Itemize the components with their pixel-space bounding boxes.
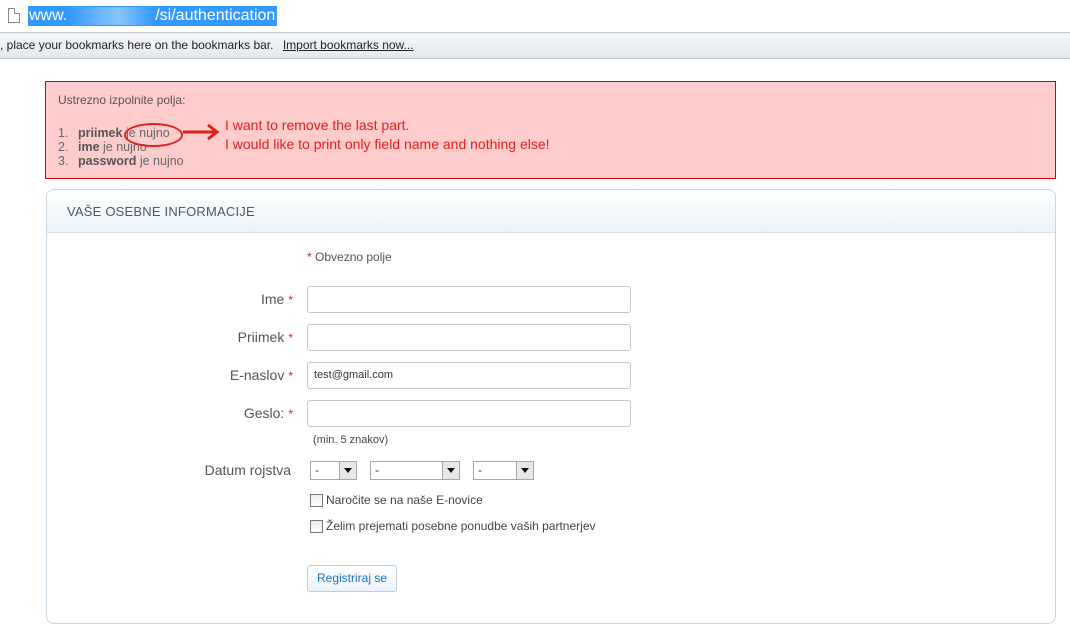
- newsletter-checkbox[interactable]: [310, 493, 323, 507]
- partners-option[interactable]: Želim prejemati posebne ponudbe vaših pa…: [310, 519, 596, 533]
- register-button[interactable]: Registriraj se: [307, 565, 397, 592]
- required-note-text: Obvezno polje: [315, 250, 392, 264]
- error-field-name: priimek: [78, 126, 123, 140]
- email-label: E-naslov *: [229, 367, 293, 383]
- annotation-text: I want to remove the last part. I would …: [225, 116, 550, 154]
- partners-label: Želim prejemati posebne ponudbe vaših pa…: [326, 519, 596, 533]
- error-suffix: je nujno: [136, 154, 184, 168]
- bookmarks-message: , place your bookmarks here on the bookm…: [0, 38, 274, 52]
- birth-year-select[interactable]: -: [473, 461, 534, 480]
- required-star: *: [307, 250, 312, 264]
- page-icon: [8, 8, 20, 23]
- annotation-line-2: I would like to print only field name an…: [225, 136, 550, 152]
- newsletter-option[interactable]: Naročite se na naše E-novice: [310, 493, 483, 507]
- bookmarks-bar: , place your bookmarks here on the bookm…: [0, 33, 1070, 59]
- required-note: * Obvezno polje: [307, 250, 392, 264]
- password-hint: (min. 5 znakov): [313, 434, 389, 446]
- birth-day-select[interactable]: -: [310, 461, 357, 480]
- birthdate-label: Datum rojstva: [204, 462, 291, 478]
- priimek-input[interactable]: [307, 324, 631, 351]
- ime-input[interactable]: [307, 286, 631, 313]
- dropdown-arrow-icon: [516, 462, 533, 479]
- password-label: Geslo: *: [243, 405, 293, 421]
- annotation-arrow-icon: [183, 123, 220, 141]
- ime-label: Ime *: [260, 291, 293, 307]
- birth-month-select[interactable]: -: [370, 461, 460, 480]
- annotation-line-1: I want to remove the last part.: [225, 117, 410, 133]
- annotation-ellipse: [124, 123, 183, 147]
- error-field-name: password: [78, 154, 137, 168]
- url-prefix: www.: [29, 7, 68, 24]
- priimek-label: Priimek *: [237, 329, 293, 345]
- error-title: Ustrezno izpolnite polja:: [58, 93, 186, 107]
- newsletter-label: Naročite se na naše E-novice: [326, 493, 483, 507]
- dropdown-arrow-icon: [442, 462, 459, 479]
- password-input[interactable]: [307, 400, 631, 427]
- error-item: 3. password je nujno: [58, 154, 184, 168]
- import-bookmarks-link[interactable]: Import bookmarks now...: [283, 38, 414, 52]
- email-input[interactable]: test@gmail.com: [307, 362, 631, 389]
- error-field-name: ime: [78, 140, 100, 154]
- redacted-domain: [68, 7, 155, 25]
- url-field[interactable]: www. /si/authentication: [28, 6, 278, 26]
- panel-title: VAŠE OSEBNE INFORMACIJE: [47, 190, 1055, 233]
- dropdown-arrow-icon: [339, 462, 356, 479]
- url-suffix: /si/authentication: [155, 7, 276, 24]
- partners-checkbox[interactable]: [310, 519, 323, 533]
- address-bar: www. /si/authentication: [0, 0, 1070, 33]
